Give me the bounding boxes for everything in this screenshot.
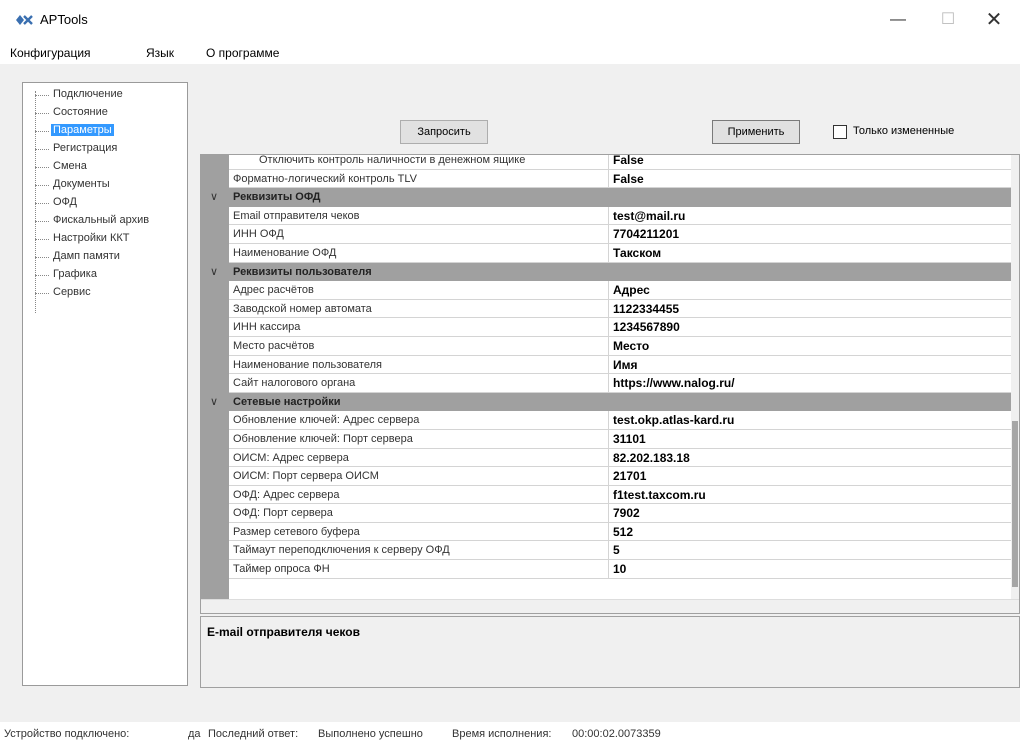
property-value[interactable]: 31101 (609, 430, 1019, 449)
grid-property-row[interactable]: ОФД: Адрес сервера f1test.taxcom.ru (201, 485, 1019, 505)
property-value[interactable]: 7704211201 (609, 225, 1019, 244)
property-value[interactable]: 1234567890 (609, 318, 1019, 337)
grid-property-row[interactable]: ИНН кассира 1234567890 (201, 318, 1019, 337)
property-grid: Отключить контроль наличности в денежном… (200, 154, 1020, 614)
grid-property-row[interactable]: Сайт налогового органа https://www.nalog.… (201, 374, 1019, 393)
property-name: Размер сетевого буфера (229, 522, 609, 542)
property-name: Адрес расчётов (229, 281, 609, 300)
grid-property-row[interactable]: ОИСМ: Адрес сервера 82.202.183.18 (201, 448, 1019, 468)
category-label: Сетевые настройки (233, 395, 341, 408)
property-name: Место расчётов (229, 336, 609, 356)
only-changed-label: Только измененные (853, 125, 955, 137)
property-value[interactable]: False (609, 155, 1019, 170)
status-exec-time-value: 00:00:02.0073359 (572, 728, 661, 740)
property-name: Обновление ключей: Порт сервера (229, 429, 609, 449)
grid-property-row[interactable]: ИНН ОФД 7704211201 (201, 225, 1019, 244)
vertical-scrollbar[interactable] (1011, 155, 1019, 599)
status-bar: Устройство подключено: да Последний отве… (0, 722, 1020, 744)
property-value[interactable]: 82.202.183.18 (609, 449, 1019, 468)
grid-property-row[interactable]: Заводской номер автомата 1122334455 (201, 299, 1019, 319)
property-value[interactable]: test@mail.ru (609, 207, 1019, 226)
grid-property-row[interactable]: Место расчётов Место (201, 336, 1019, 356)
grid-category-row[interactable]: ∨ Реквизиты ОФД (201, 188, 1019, 207)
scrollbar-thumb[interactable] (1012, 421, 1018, 587)
minimize-button[interactable]: — (878, 6, 918, 34)
collapse-chevron-icon[interactable]: ∨ (207, 393, 221, 411)
maximize-button[interactable]: ☐ (928, 6, 968, 34)
property-value[interactable]: Имя (609, 356, 1019, 375)
tree-connector (35, 91, 36, 313)
grid-property-row[interactable]: Адрес расчётов Адрес (201, 281, 1019, 300)
property-name: ОИСМ: Адрес сервера (229, 448, 609, 468)
status-connected-value: да (188, 728, 201, 740)
property-value[interactable]: https://www.nalog.ru/ (609, 374, 1019, 393)
property-name: ОФД: Адрес сервера (229, 485, 609, 505)
property-name: Заводской номер автомата (229, 299, 609, 319)
title-bar: APTools — ☐ ✕ (0, 0, 1020, 40)
grid-property-row[interactable]: Отключить контроль наличности в денежном… (201, 155, 1019, 170)
description-title: E-mail отправителя чеков (207, 625, 360, 639)
property-name: ИНН кассира (229, 318, 609, 337)
property-name: Таймер опроса ФН (229, 560, 609, 579)
property-value[interactable]: 7902 (609, 504, 1019, 523)
property-name: ИНН ОФД (229, 225, 609, 244)
grid-property-row[interactable]: Обновление ключей: Адрес сервера test.okp… (201, 411, 1019, 430)
description-panel: E-mail отправителя чеков (200, 616, 1020, 688)
property-name: Обновление ключей: Адрес сервера (229, 411, 609, 430)
property-value[interactable]: test.okp.atlas-kard.ru (609, 411, 1019, 430)
grid-category-row[interactable]: ∨ Реквизиты пользователя (201, 262, 1019, 282)
grid-property-row[interactable]: Таймаут переподключения к серверу ОФД 5 (201, 541, 1019, 561)
property-value[interactable]: Место (609, 337, 1019, 356)
menu-about[interactable]: О программе (206, 46, 279, 60)
property-name: Наименование пользователя (229, 355, 609, 375)
property-value[interactable]: Такском (609, 244, 1019, 263)
property-name: Сайт налогового органа (229, 374, 609, 393)
status-last-answer-value: Выполнено успешно (318, 728, 423, 740)
grid-property-row[interactable]: Таймер опроса ФН 10 (201, 560, 1019, 579)
close-button[interactable]: ✕ (974, 6, 1014, 34)
category-label: Реквизиты ОФД (233, 191, 321, 204)
property-value[interactable]: 10 (609, 560, 1019, 579)
grid-category-row[interactable]: ∨ Сетевые настройки (201, 392, 1019, 412)
property-name: Email отправителя чеков (229, 206, 609, 226)
status-connected-label: Устройство подключено: (4, 728, 130, 740)
collapse-chevron-icon[interactable]: ∨ (207, 188, 221, 206)
status-exec-time-label: Время исполнения: (452, 728, 552, 740)
property-grid-rows: Отключить контроль наличности в денежном… (201, 155, 1019, 579)
app-logo-icon (16, 15, 33, 25)
navigation-tree: Подключение Состояние Параметры Регистра… (22, 82, 188, 686)
property-name: Отключить контроль наличности в денежном… (229, 155, 609, 170)
property-value[interactable]: Адрес (609, 281, 1019, 300)
property-value[interactable]: False (609, 170, 1019, 189)
status-last-answer-label: Последний ответ: (208, 728, 299, 740)
grid-property-row[interactable]: ОФД: Порт сервера 7902 (201, 504, 1019, 523)
property-name: Форматно-логический контроль TLV (229, 169, 609, 189)
property-value[interactable]: 1122334455 (609, 300, 1019, 319)
property-name: ОФД: Порт сервера (229, 504, 609, 523)
property-name: Таймаут переподключения к серверу ОФД (229, 541, 609, 561)
grid-property-row[interactable]: ОИСМ: Порт сервера ОИСМ 21701 (201, 467, 1019, 486)
menu-configuration[interactable]: Конфигурация (10, 46, 91, 60)
property-value[interactable]: 512 (609, 523, 1019, 542)
property-value[interactable]: 5 (609, 541, 1019, 561)
grid-property-row[interactable]: Наименование пользователя Имя (201, 355, 1019, 375)
property-value[interactable]: 21701 (609, 467, 1019, 486)
grid-property-row[interactable]: Наименование ОФД Такском (201, 243, 1019, 263)
menu-language[interactable]: Язык (146, 46, 174, 60)
window-title: APTools (40, 12, 88, 27)
menu-bar: Конфигурация Язык О программе (0, 40, 1020, 64)
collapse-chevron-icon[interactable]: ∨ (207, 263, 221, 281)
query-button[interactable]: Запросить (400, 120, 488, 144)
apply-button[interactable]: Применить (712, 120, 800, 144)
only-changed-checkbox[interactable] (833, 125, 847, 139)
grid-footer-strip (201, 599, 1019, 613)
grid-property-row[interactable]: Размер сетевого буфера 512 (201, 522, 1019, 542)
property-value[interactable]: f1test.taxcom.ru (609, 486, 1019, 505)
grid-property-row[interactable]: Email отправителя чеков test@mail.ru (201, 206, 1019, 226)
grid-property-row[interactable]: Обновление ключей: Порт сервера 31101 (201, 429, 1019, 449)
category-label: Реквизиты пользователя (233, 265, 372, 278)
property-name: Наименование ОФД (229, 243, 609, 263)
grid-property-row[interactable]: Форматно-логический контроль TLV False (201, 169, 1019, 189)
property-name: ОИСМ: Порт сервера ОИСМ (229, 467, 609, 486)
